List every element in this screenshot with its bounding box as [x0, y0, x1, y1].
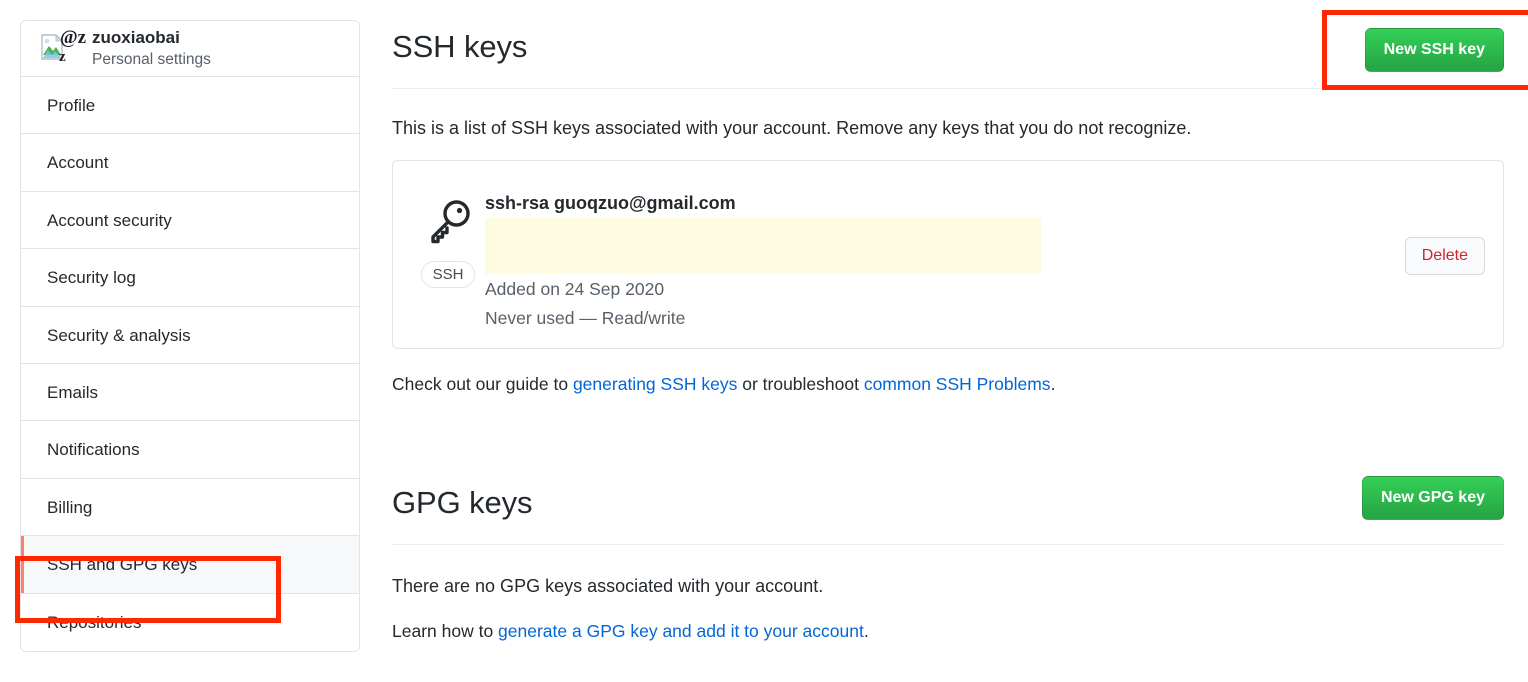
- ssh-key-title: ssh-rsa guoqzuo@gmail.com: [485, 193, 736, 213]
- ssh-key-icon-column: SSH: [411, 177, 485, 288]
- settings-sidebar: @z z zuoxiaobai Personal settings Profil…: [20, 20, 360, 652]
- gpg-keys-empty-message: There are no GPG keys associated with yo…: [392, 575, 824, 596]
- sidebar-item-profile[interactable]: Profile: [21, 77, 359, 135]
- gpg-keys-title: GPG keys: [392, 484, 533, 520]
- ssh-key-added-date: Added on 24 Sep 2020: [485, 279, 665, 300]
- generating-ssh-keys-link[interactable]: generating SSH keys: [573, 374, 737, 394]
- sidebar-username: zuoxiaobai: [92, 28, 180, 48]
- learn-prefix: Learn how to: [392, 620, 499, 641]
- ssh-key-usage: Never used — Read/write: [485, 308, 686, 329]
- avatar-alt-at: @z: [60, 26, 87, 48]
- sidebar-user-info: zuoxiaobai Personal settings: [92, 27, 211, 69]
- gpg-keys-learn-text: Learn how to generate a GPG key and add …: [392, 618, 1504, 644]
- helper-suffix: .: [1050, 374, 1056, 395]
- sidebar-item-security-and-analysis[interactable]: Security & analysis: [21, 306, 359, 364]
- ssh-key-card: SSH ssh-rsa guoqzuo@gmail.com e y Added …: [392, 160, 1504, 350]
- ssh-keys-helper-text: Check out our guide to generating SSH ke…: [392, 371, 1504, 397]
- ssh-badge: SSH: [420, 261, 476, 288]
- redaction-highlight: [485, 218, 1041, 275]
- main-content: SSH keys New SSH key This is a list of S…: [392, 0, 1504, 661]
- sidebar-item-emails[interactable]: Emails: [21, 363, 359, 422]
- ssh-key-details: ssh-rsa guoqzuo@gmail.com e y Added on 2…: [485, 177, 1485, 332]
- sidebar-item-account[interactable]: Account: [21, 134, 359, 192]
- settings-page: @z z zuoxiaobai Personal settings Profil…: [0, 0, 1528, 682]
- sidebar-user-header: @z z zuoxiaobai Personal settings: [21, 21, 359, 77]
- new-ssh-key-button[interactable]: New SSH key: [1364, 28, 1504, 72]
- common-ssh-problems-link[interactable]: common SSH Problems: [864, 374, 1051, 394]
- key-icon: [421, 195, 475, 254]
- helper-middle: or troubleshoot: [737, 374, 864, 395]
- ssh-keys-description: This is a list of SSH keys associated wi…: [392, 118, 1192, 138]
- sidebar-item-notifications[interactable]: Notifications: [21, 421, 359, 479]
- learn-suffix: .: [863, 620, 869, 641]
- gpg-keys-header: GPG keys New GPG key: [392, 456, 1504, 545]
- delete-ssh-key-button[interactable]: Delete: [1404, 237, 1485, 275]
- ssh-key-fingerprint-area: e y: [485, 218, 1485, 275]
- sidebar-item-repositories[interactable]: Repositories: [21, 593, 359, 651]
- avatar-alt-z: z: [59, 48, 66, 65]
- sidebar-user-subtitle: Personal settings: [92, 50, 211, 68]
- gpg-keys-section: GPG keys New GPG key There are no GPG ke…: [392, 456, 1504, 644]
- helper-prefix: Check out our guide to: [392, 374, 573, 395]
- sidebar-item-account-security[interactable]: Account security: [21, 191, 359, 250]
- sidebar-item-security-log[interactable]: Security log: [21, 249, 359, 307]
- new-gpg-key-button[interactable]: New GPG key: [1361, 475, 1504, 520]
- sidebar-item-billing[interactable]: Billing: [21, 478, 359, 537]
- ssh-keys-header: SSH keys New SSH key: [392, 0, 1504, 89]
- generate-gpg-key-link[interactable]: generate a GPG key and add it to your ac…: [498, 621, 864, 641]
- page-title: SSH keys: [392, 29, 528, 64]
- avatar: @z z: [39, 27, 86, 69]
- sidebar-item-ssh-and-gpg-keys[interactable]: SSH and GPG keys: [21, 536, 359, 594]
